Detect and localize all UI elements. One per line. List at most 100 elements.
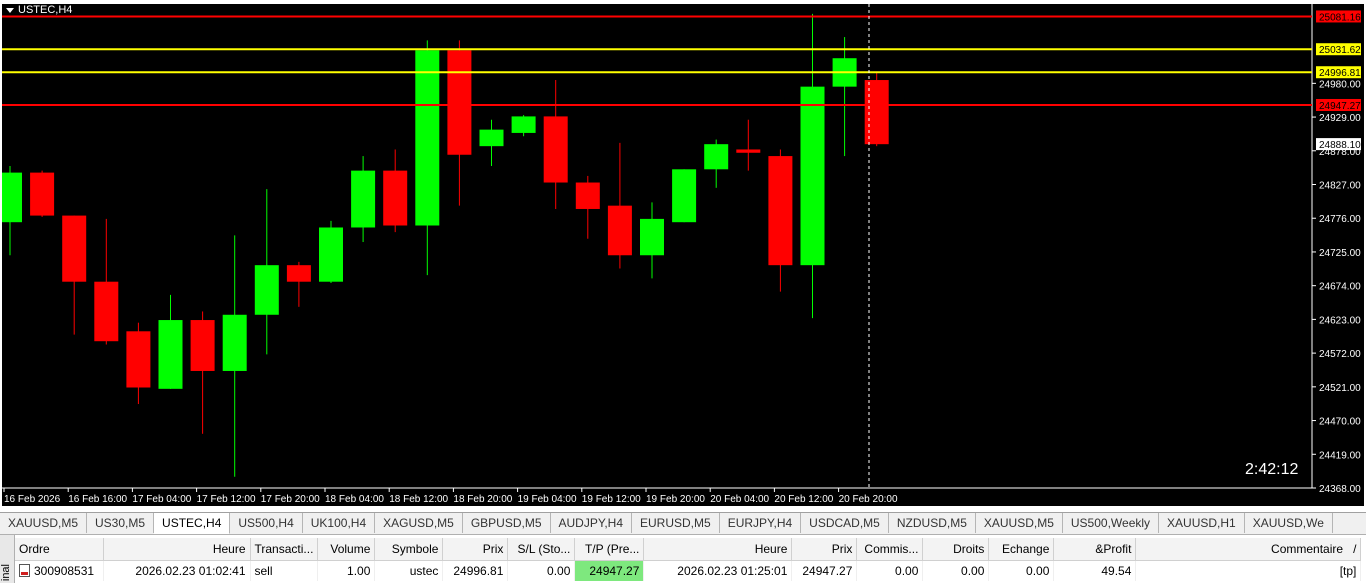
chart-tab[interactable]: XAUUSD,We	[1245, 513, 1333, 533]
chart-tab[interactable]: EURJPY,H4	[720, 513, 802, 533]
price-tag-label: 25031.62	[1319, 45, 1361, 56]
bull-candle-body	[254, 265, 279, 315]
chart-tab[interactable]: XAUUSD,M5	[0, 513, 88, 533]
cell-value: 300908531	[34, 564, 95, 578]
price-chart[interactable]: 24980.0024929.0024878.0024827.0024776.00…	[0, 0, 1366, 512]
table-cell: 1.00	[317, 560, 376, 581]
table-cell: 49.54	[1053, 560, 1137, 581]
column-header[interactable]: Transacti...	[250, 538, 319, 561]
bear-candle-body	[543, 116, 568, 183]
price-tick-label: 24827.00	[1319, 181, 1361, 192]
time-tick-label: 18 Feb 20:00	[453, 494, 512, 505]
time-tick-label: 20 Feb 04:00	[710, 494, 769, 505]
cell-value: 24996.81	[453, 564, 504, 578]
bull-candle-body	[158, 320, 183, 389]
candle-countdown-timer: 2:42:12	[1245, 461, 1299, 478]
cell-value: 2026.02.23 01:02:41	[135, 564, 246, 578]
time-tick-label: 20 Feb 20:00	[839, 494, 898, 505]
chart-tab[interactable]: XAUUSD,M5	[976, 513, 1063, 533]
bear-candle-body	[62, 215, 87, 282]
column-header[interactable]: S/L (Sto...	[507, 538, 576, 561]
cell-value: 0.00	[547, 564, 571, 578]
column-header[interactable]: Commis...	[856, 538, 924, 561]
column-header-label: Heure	[212, 542, 246, 556]
time-tick-label: 19 Feb 12:00	[582, 494, 641, 505]
column-header-label: Transacti...	[254, 542, 314, 556]
chart-tab[interactable]: EURUSD,M5	[632, 513, 720, 533]
column-header[interactable]: T/P (Pre...	[574, 538, 645, 561]
price-tag-label: 24888.10	[1319, 140, 1361, 151]
column-header[interactable]: Heure	[643, 538, 793, 561]
chart-tab[interactable]: US500,Weekly	[1063, 513, 1160, 533]
cell-value: ustec	[409, 564, 439, 578]
chart-tab[interactable]: USDCAD,M5	[801, 513, 889, 533]
bull-candle-body	[640, 218, 664, 256]
column-header-label: Heure	[754, 542, 788, 556]
column-header[interactable]: Prix	[442, 538, 509, 561]
price-tick-label: 24572.00	[1319, 349, 1361, 360]
bull-candle-body	[415, 50, 440, 226]
price-tick-label: 24980.00	[1319, 79, 1361, 90]
column-header[interactable]: Heure	[103, 538, 251, 561]
chart-tab[interactable]: XAUUSD,H1	[1159, 513, 1245, 533]
chart-tab[interactable]: US30,M5	[87, 513, 155, 533]
sort-indicator-icon: /	[1353, 542, 1357, 556]
chart-area[interactable]: 24980.00 24929.00 24878.00 24827.00 24776.00…	[0, 0, 1366, 512]
time-tick-label: 17 Feb 20:00	[261, 494, 320, 505]
order-document-icon	[19, 564, 30, 577]
column-header-label: &Profit	[1095, 542, 1132, 556]
chart-tab[interactable]: USTEC,H4	[154, 513, 231, 534]
price-tick-label: 24419.00	[1319, 450, 1361, 461]
table-cell: 24947.27	[574, 560, 645, 581]
price-tag-label: 25081.16	[1319, 12, 1361, 23]
price-tick-label: 24521.00	[1319, 383, 1361, 394]
column-header[interactable]: Prix	[791, 538, 858, 561]
bull-candle-body	[511, 116, 536, 133]
column-header-label: Echange	[1002, 542, 1050, 556]
table-cell: 0.00	[922, 560, 990, 581]
table-cell: 0.00	[988, 560, 1055, 581]
table-row[interactable]: 300908531 2026.02.23 01:02:41 sell 1.00 uste…	[15, 560, 1362, 581]
column-header[interactable]: Commentaire /	[1135, 538, 1362, 561]
time-tick-label: 16 Feb 2026	[4, 494, 61, 505]
column-header[interactable]: &Profit	[1053, 538, 1137, 561]
price-tag-label: 24947.27	[1319, 101, 1361, 112]
price-tick-label: 24776.00	[1319, 214, 1361, 225]
bear-candle-body	[383, 170, 408, 226]
column-header-label: S/L (Sto...	[517, 542, 571, 556]
price-tick-label: 24623.00	[1319, 315, 1361, 326]
bull-candle-body	[2, 172, 22, 223]
column-header[interactable]: Symbole	[374, 538, 444, 561]
table-cell: 24947.27	[791, 560, 858, 581]
column-header[interactable]: Droits	[922, 538, 990, 561]
column-header[interactable]: Ordre	[15, 538, 104, 561]
chart-tab[interactable]: AUDJPY,H4	[551, 513, 632, 533]
bull-candle-body	[319, 227, 343, 282]
time-tick-label: 20 Feb 12:00	[774, 494, 833, 505]
chart-tab[interactable]: UK100,H4	[303, 513, 376, 533]
column-header-label: Commentaire	[1271, 542, 1344, 556]
chart-tabs-bar: XAUUSD,M5 US30,M5 USTEC,H4 US500,H4 UK100,H4…	[0, 512, 1366, 534]
chart-menu-triangle-icon[interactable]	[6, 7, 14, 13]
chart-tab[interactable]: US500,H4	[230, 513, 303, 533]
column-header-label: Commis...	[864, 542, 919, 556]
bull-candle-body	[704, 144, 729, 170]
cell-value: 49.54	[1101, 564, 1132, 578]
cell-value: sell	[254, 564, 273, 578]
bull-candle-body	[479, 129, 504, 147]
chart-tab[interactable]: NZDUSD,M5	[889, 513, 976, 533]
table-cell: 24996.81	[442, 560, 509, 581]
table-cell: 0.00	[507, 560, 576, 581]
bear-candle-body	[30, 172, 55, 216]
cell-value: 0.00	[895, 564, 919, 578]
chart-tab[interactable]: XAGUSD,M5	[375, 513, 463, 533]
table-cell: 300908531	[15, 560, 104, 581]
cell-value: 24947.27	[589, 564, 640, 578]
chart-symbol-label[interactable]: USTEC,H4	[6, 4, 72, 16]
bear-candle-body	[190, 320, 215, 371]
price-tick-label: 24674.00	[1319, 282, 1361, 293]
column-header[interactable]: Echange	[988, 538, 1055, 561]
time-tick-label: 18 Feb 04:00	[325, 494, 384, 505]
column-header[interactable]: Volume	[317, 538, 376, 561]
chart-tab[interactable]: GBPUSD,M5	[463, 513, 551, 533]
